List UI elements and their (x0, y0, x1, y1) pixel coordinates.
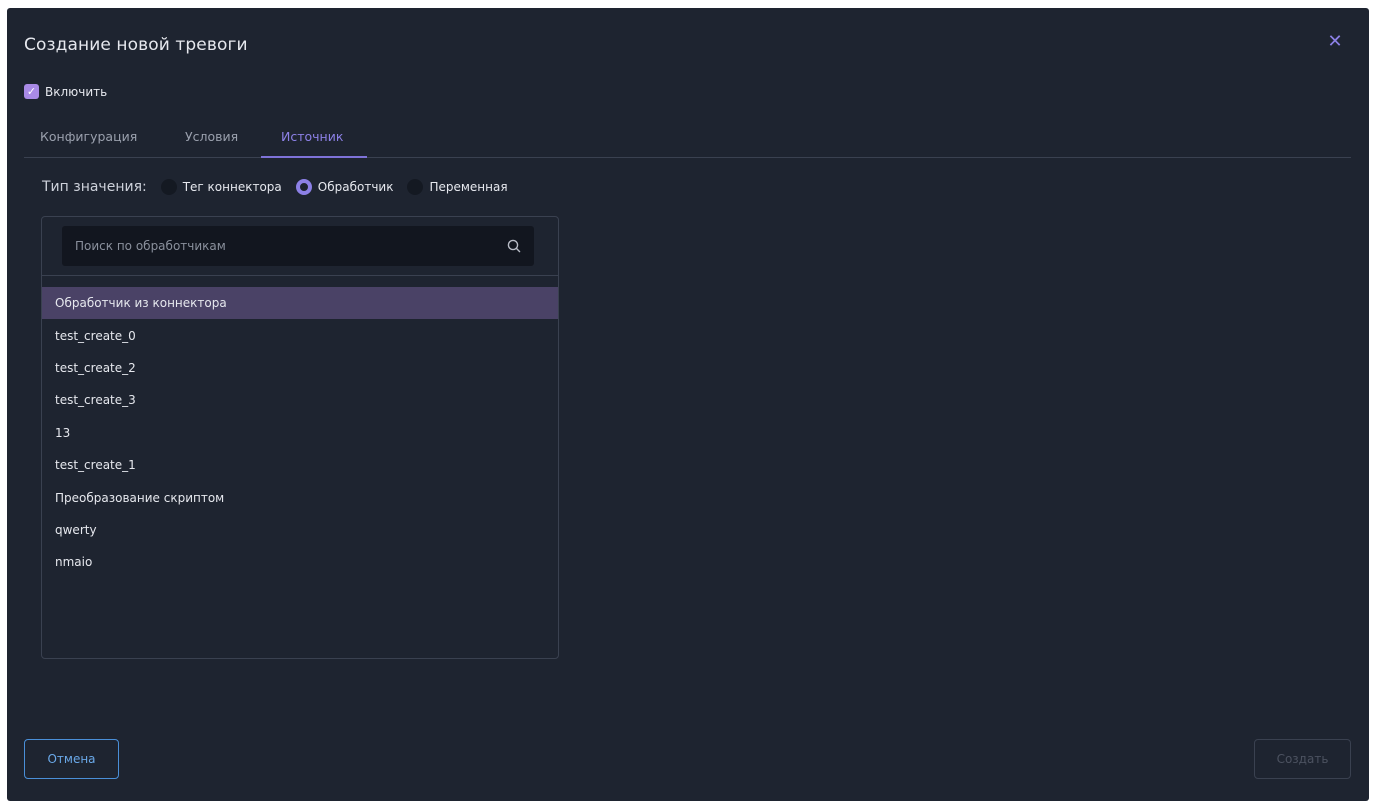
search-icon[interactable] (506, 238, 522, 254)
radio-connector-tag-label: Тег коннектора (182, 180, 282, 194)
cancel-button[interactable]: Отмена (24, 739, 119, 779)
create-alarm-dialog: Создание новой тревоги ✕ ✓ Включить Конф… (7, 8, 1369, 801)
enable-checkbox[interactable]: ✓ (24, 84, 39, 99)
list-item[interactable]: test_create_3 (42, 384, 558, 416)
radio-handler-label: Обработчик (317, 180, 394, 194)
enable-label: Включить (45, 84, 108, 99)
active-tab-indicator (261, 156, 367, 158)
value-type-row: Тип значения: Тег коннектора Обработчик … (42, 179, 522, 195)
radio-connector-tag-indicator[interactable] (160, 179, 177, 195)
handler-search (62, 226, 534, 266)
create-button[interactable]: Создать (1254, 739, 1351, 779)
tab-conditions[interactable]: Условия (185, 129, 238, 144)
radio-connector-tag[interactable]: Тег коннектора (160, 179, 282, 195)
close-icon[interactable]: ✕ (1327, 33, 1343, 51)
list-item[interactable]: test_create_0 (42, 319, 558, 351)
list-item[interactable]: test_create_2 (42, 352, 558, 384)
dialog-title: Создание новой тревоги (24, 35, 248, 55)
list-item[interactable]: Преобразование скриптом (42, 481, 558, 513)
value-type-radio-group: Тег коннектора Обработчик Переменная (160, 179, 522, 195)
handler-list-panel: Обработчик из коннектора test_create_0 t… (41, 216, 559, 659)
list-item[interactable]: qwerty (42, 514, 558, 546)
radio-variable-label: Переменная (429, 180, 508, 194)
tab-configuration[interactable]: Конфигурация (40, 129, 137, 144)
search-input[interactable] (62, 226, 534, 266)
divider (42, 275, 558, 276)
tab-bar: Конфигурация Условия Источник (24, 118, 1351, 158)
value-type-label: Тип значения: (42, 179, 147, 195)
list-item[interactable]: Обработчик из коннектора (42, 287, 558, 320)
radio-handler[interactable]: Обработчик (295, 179, 394, 195)
handler-list: Обработчик из коннектора test_create_0 t… (42, 287, 558, 579)
list-item[interactable]: 13 (42, 417, 558, 449)
list-item[interactable]: nmaio (42, 546, 558, 578)
radio-variable[interactable]: Переменная (407, 179, 508, 195)
radio-handler-indicator[interactable] (295, 179, 312, 195)
radio-variable-indicator[interactable] (407, 179, 424, 195)
enable-checkbox-row[interactable]: ✓ Включить (24, 84, 107, 99)
tab-source[interactable]: Источник (281, 129, 343, 144)
list-item[interactable]: test_create_1 (42, 449, 558, 481)
